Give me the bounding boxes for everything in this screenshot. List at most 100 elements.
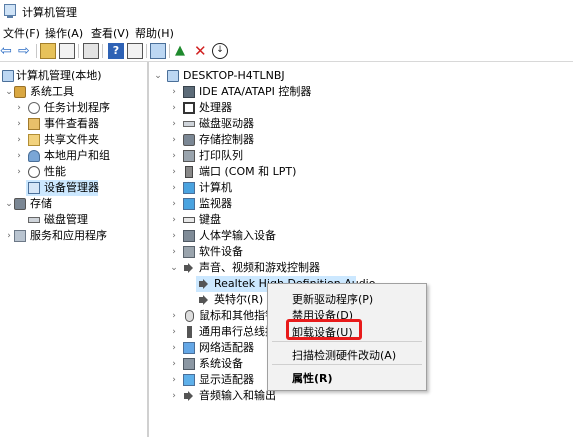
chevron-right-icon[interactable]: › <box>169 84 179 100</box>
monitor-icon <box>183 198 195 210</box>
tree-item-services-apps[interactable]: › 服务和应用程序 <box>0 228 147 244</box>
properties-icon[interactable] <box>83 43 99 59</box>
chevron-right-icon[interactable]: › <box>169 148 179 164</box>
event-viewer-icon <box>28 118 40 130</box>
chevron-right-icon[interactable]: › <box>14 100 24 116</box>
pane-splitter[interactable] <box>147 62 149 437</box>
up-folder-icon[interactable] <box>40 43 56 59</box>
performance-icon <box>28 166 40 178</box>
ide-controller-icon <box>183 86 195 98</box>
tree-item-storage[interactable]: ⌄ 存储 <box>0 196 147 212</box>
chevron-right-icon[interactable]: › <box>4 228 14 244</box>
help-icon[interactable]: ? <box>108 43 124 59</box>
task-scheduler-icon <box>28 102 40 114</box>
audio-icon <box>198 294 210 306</box>
device-manager-icon <box>28 182 40 194</box>
chevron-right-icon[interactable]: › <box>169 116 179 132</box>
view-icon[interactable] <box>127 43 143 59</box>
storage-icon <box>14 198 26 210</box>
chevron-down-icon[interactable]: ⌄ <box>153 68 163 84</box>
shared-folders-icon <box>28 134 40 146</box>
device-root[interactable]: ⌄ DESKTOP-H4TLNBJ <box>150 68 573 84</box>
forward-arrow-icon[interactable]: ⇨ <box>18 43 34 59</box>
storage-controller-icon <box>183 134 195 146</box>
device-category[interactable]: › 键盘 <box>150 212 573 228</box>
uninstall-highlight-box <box>286 319 362 340</box>
device-category[interactable]: › 软件设备 <box>150 244 573 260</box>
tree-item-system-tools[interactable]: ⌄ 系统工具 <box>0 84 147 100</box>
chevron-right-icon[interactable]: › <box>14 164 24 180</box>
tree-item-shared-folders[interactable]: › 共享文件夹 <box>0 132 147 148</box>
chevron-right-icon[interactable]: › <box>169 340 179 356</box>
system-tools-icon <box>14 86 26 98</box>
processor-icon <box>183 102 195 114</box>
device-category[interactable]: › IDE ATA/ATAPI 控制器 <box>150 84 573 100</box>
network-adapter-icon <box>183 342 195 354</box>
update-driver-icon[interactable]: ▲ <box>175 43 191 59</box>
computer-icon <box>183 182 195 194</box>
computer-management-icon <box>4 4 16 18</box>
device-category[interactable]: › 端口 (COM 和 LPT) <box>150 164 573 180</box>
usb-icon <box>187 326 192 338</box>
chevron-right-icon[interactable]: › <box>169 388 179 404</box>
tree-item-local-users[interactable]: › 本地用户和组 <box>0 148 147 164</box>
device-category[interactable]: › 人体学输入设备 <box>150 228 573 244</box>
tree-item-performance[interactable]: › 性能 <box>0 164 147 180</box>
title-bar: 计算机管理 <box>0 0 573 22</box>
disk-drive-icon <box>183 121 195 127</box>
toolbar: ⇦ ⇨ ? ▲ ✕ ↓ <box>0 40 573 62</box>
chevron-right-icon[interactable]: › <box>169 308 179 324</box>
chevron-right-icon[interactable]: › <box>14 148 24 164</box>
chevron-right-icon[interactable]: › <box>169 228 179 244</box>
chevron-right-icon[interactable]: › <box>169 132 179 148</box>
menu-file[interactable]: 文件(F) <box>3 25 40 41</box>
chevron-right-icon[interactable]: › <box>169 324 179 340</box>
computer-icon <box>167 70 179 82</box>
chevron-right-icon[interactable]: › <box>169 164 179 180</box>
chevron-right-icon[interactable]: › <box>169 244 179 260</box>
menu-separator <box>272 341 422 342</box>
menu-item-update-driver[interactable]: 更新驱动程序(P) <box>292 291 373 307</box>
audio-io-icon <box>183 390 195 402</box>
chevron-down-icon[interactable]: ⌄ <box>169 260 179 276</box>
device-category[interactable]: › 存储控制器 <box>150 132 573 148</box>
tree-item-task-scheduler[interactable]: › 任务计划程序 <box>0 100 147 116</box>
chevron-down-icon[interactable]: ⌄ <box>4 84 14 100</box>
computer-icon <box>2 70 14 82</box>
chevron-right-icon[interactable]: › <box>169 212 179 228</box>
menu-item-scan-hardware[interactable]: 扫描检测硬件改动(A) <box>292 347 396 363</box>
audio-icon <box>183 262 195 274</box>
chevron-right-icon[interactable]: › <box>14 116 24 132</box>
tree-item-disk-management[interactable]: 磁盘管理 <box>0 212 147 228</box>
tree-item-event-viewer[interactable]: › 事件查看器 <box>0 116 147 132</box>
menu-view[interactable]: 查看(V) <box>91 25 129 41</box>
device-category[interactable]: › 打印队列 <box>150 148 573 164</box>
chevron-right-icon[interactable]: › <box>169 180 179 196</box>
tree-item-computer-management[interactable]: 计算机管理(本地) <box>0 68 147 84</box>
uninstall-x-icon[interactable]: ✕ <box>194 43 210 59</box>
window-title: 计算机管理 <box>22 6 77 19</box>
chevron-right-icon[interactable]: › <box>169 372 179 388</box>
chevron-right-icon[interactable]: › <box>169 356 179 372</box>
chevron-right-icon[interactable]: › <box>169 196 179 212</box>
menu-help[interactable]: 帮助(H) <box>135 25 174 41</box>
device-category[interactable]: › 磁盘驱动器 <box>150 116 573 132</box>
device-category[interactable]: ⌄ 声音、视频和游戏控制器 <box>150 260 573 276</box>
tree-item-device-manager[interactable]: 设备管理器 <box>26 180 99 196</box>
monitor-icon[interactable] <box>150 43 166 59</box>
device-category[interactable]: › 计算机 <box>150 180 573 196</box>
chevron-right-icon[interactable]: › <box>14 132 24 148</box>
chevron-down-icon[interactable]: ⌄ <box>4 196 14 212</box>
menu-action[interactable]: 操作(A) <box>45 25 83 41</box>
device-category[interactable]: › 监视器 <box>150 196 573 212</box>
menu-bar: 文件(F) 操作(A) 查看(V) 帮助(H) <box>0 22 573 40</box>
console-tree: 计算机管理(本地) ⌄ 系统工具 › 任务计划程序 › 事件查看器 › 共享文件… <box>0 62 147 437</box>
enable-device-icon[interactable]: ↓ <box>212 43 228 59</box>
chevron-right-icon[interactable]: › <box>169 100 179 116</box>
back-arrow-icon[interactable]: ⇦ <box>0 43 16 59</box>
audio-icon <box>198 278 210 290</box>
device-category[interactable]: › 处理器 <box>150 100 573 116</box>
menu-separator <box>272 364 422 365</box>
show-hide-tree-icon[interactable] <box>59 43 75 59</box>
menu-item-properties[interactable]: 属性(R) <box>292 370 333 386</box>
